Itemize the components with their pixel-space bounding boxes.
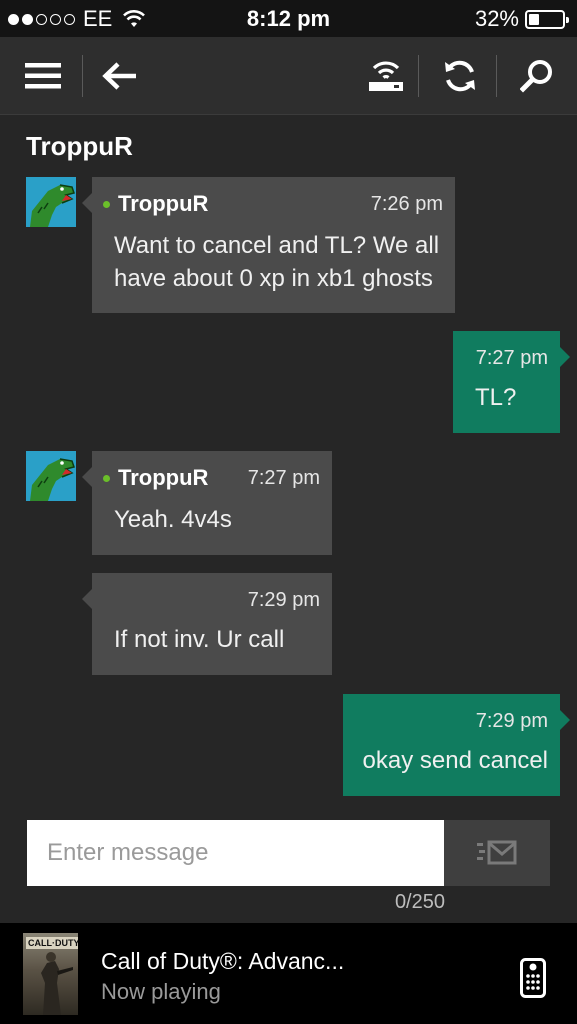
now-playing-status: Now playing — [101, 979, 221, 1004]
send-message-icon[interactable] — [444, 820, 550, 886]
message-time: 7:27 pm — [247, 467, 320, 489]
message-text: TL? — [475, 384, 517, 411]
messages-screen: EE 8:12 pm 32% TroppuR TroppuR 7:26 pm W… — [0, 0, 577, 1024]
game-boxart[interactable]: CALL·DUTY — [23, 933, 78, 1015]
message-time: 7:29 pm — [475, 710, 548, 732]
console-connection-icon[interactable] — [362, 37, 410, 115]
remote-control-icon[interactable] — [520, 958, 546, 1003]
message-text: okay send cancel — [362, 747, 548, 774]
message-text: Want to cancel and TL? We all have about… — [114, 232, 440, 292]
divider — [418, 55, 419, 97]
message-time: 7:27 pm — [475, 347, 548, 369]
avatar[interactable] — [26, 177, 76, 227]
back-arrow-icon[interactable] — [94, 37, 146, 115]
divider — [82, 55, 83, 97]
sender-name: TroppuR — [118, 191, 209, 216]
message-bubble-outgoing[interactable]: 7:27 pm TL? — [453, 331, 570, 433]
now-playing-title: Call of Duty®: Advanc... — [101, 948, 345, 974]
status-bar: EE 8:12 pm 32% — [0, 0, 577, 37]
battery-icon — [525, 9, 569, 29]
message-text: Yeah. 4v4s — [114, 506, 232, 533]
online-status-icon — [103, 475, 110, 482]
message-text: If not inv. Ur call — [114, 626, 285, 653]
message-input[interactable] — [27, 820, 444, 886]
hamburger-menu-icon[interactable] — [14, 37, 72, 115]
search-icon[interactable] — [512, 37, 562, 115]
message-bubble-incoming[interactable]: TroppuR 7:26 pm Want to cancel and TL? W… — [82, 177, 455, 313]
app-bar — [0, 37, 577, 115]
message-time: 7:29 pm — [247, 589, 320, 611]
battery-percent: 32% — [474, 6, 519, 31]
online-status-icon — [103, 201, 110, 208]
message-bubble-incoming[interactable]: 7:29 pm If not inv. Ur call — [82, 573, 332, 675]
divider — [496, 55, 497, 97]
sender-name: TroppuR — [118, 465, 209, 490]
message-bubble-outgoing[interactable]: 7:29 pm okay send cancel — [343, 694, 570, 796]
avatar[interactable] — [26, 451, 76, 501]
message-time: 7:26 pm — [370, 193, 443, 215]
message-bubble-incoming[interactable]: TroppuR 7:27 pm Yeah. 4v4s — [82, 451, 332, 555]
status-right: 32% — [474, 6, 569, 32]
now-playing-bar[interactable]: CALL·DUTY Call of Duty®: Advanc... Now p… — [0, 923, 577, 1024]
refresh-icon[interactable] — [434, 37, 486, 115]
character-counter: 0/250 — [394, 891, 445, 913]
conversation-title: TroppuR — [26, 131, 133, 161]
